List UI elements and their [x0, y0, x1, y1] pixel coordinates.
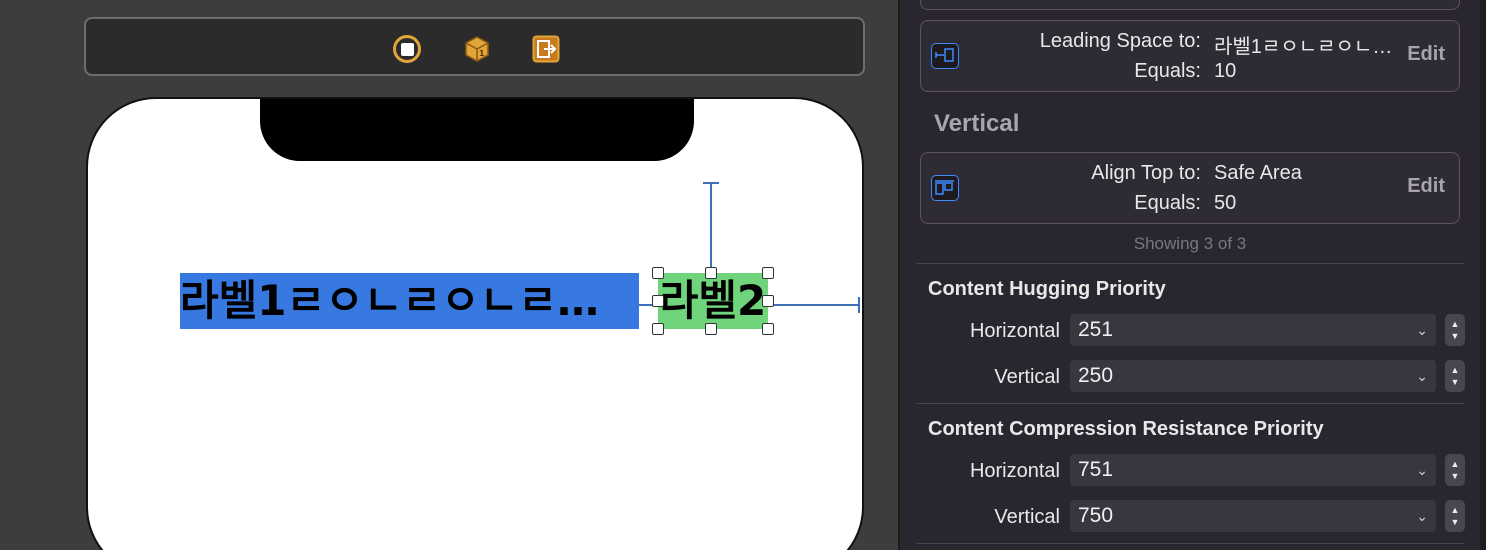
align-top-constraint-card[interactable]: Align Top to: Safe Area Equals: 50 Edit [920, 152, 1460, 224]
align-equals-value: 50 [1214, 192, 1237, 214]
resize-handle-br[interactable] [762, 323, 774, 335]
hugging-vertical-value: 250 [1078, 364, 1114, 387]
resize-handle-tr[interactable] [762, 267, 774, 279]
window-edge [1480, 0, 1486, 550]
align-top-target: Safe Area [1214, 162, 1302, 184]
constraint-card-partial [920, 0, 1460, 10]
resize-handle-r[interactable] [762, 295, 774, 307]
resize-handle-t[interactable] [705, 267, 717, 279]
leading-space-icon [931, 43, 959, 69]
compression-vertical-select[interactable]: 750 ⌄ [1070, 500, 1436, 532]
trailing-constraint-line[interactable] [768, 304, 860, 306]
constraints-count: Showing 3 of 3 [1133, 234, 1247, 253]
resize-handle-l[interactable] [652, 295, 664, 307]
align-top-key: Align Top to: [1091, 162, 1201, 184]
top-constraint-cap [703, 182, 719, 184]
compression-title: Content Compression Resistance Priority [928, 418, 1324, 440]
exit-icon[interactable] [531, 34, 561, 64]
size-inspector: Leading Space to: 라벨1ㄹㅇㄴㄹㅇㄴ… Equals: 10 … [900, 0, 1486, 550]
hugging-vertical-stepper[interactable]: ▲ ▼ [1445, 360, 1465, 392]
compression-horizontal-select[interactable]: 751 ⌄ [1070, 454, 1436, 486]
resize-handle-b[interactable] [705, 323, 717, 335]
hugging-title: Content Hugging Priority [928, 278, 1166, 300]
top-constraint-line[interactable] [710, 183, 712, 273]
leading-target: 라벨1ㄹㅇㄴㄹㅇㄴ… [1214, 36, 1393, 58]
chevron-down-icon: ⌄ [1416, 462, 1428, 478]
vertical-section-title: Vertical [934, 110, 1020, 137]
label-2[interactable]: 라벨2 [658, 273, 768, 329]
resize-handle-tl[interactable] [652, 267, 664, 279]
trailing-constraint-cap [858, 297, 860, 313]
divider [916, 543, 1464, 544]
align-top-icon [931, 175, 959, 201]
chevron-down-icon: ⌄ [1416, 508, 1428, 524]
storyboard-canvas[interactable]: 1 라벨1ㄹㅇㄴㄹㅇㄴㄹ… 라벨2 [0, 0, 898, 550]
hugging-horizontal-stepper[interactable]: ▲ ▼ [1445, 314, 1465, 346]
divider [916, 263, 1464, 264]
leading-equals-key: Equals: [1134, 60, 1201, 82]
first-responder-icon[interactable]: 1 [462, 34, 492, 64]
leading-edit-button[interactable]: Edit [1407, 43, 1445, 66]
compression-vertical-stepper[interactable]: ▲ ▼ [1445, 500, 1465, 532]
compression-horizontal-value: 751 [1078, 458, 1114, 481]
chevron-down-icon: ⌄ [1416, 368, 1428, 384]
device-notch [260, 99, 694, 161]
label-1[interactable]: 라벨1ㄹㅇㄴㄹㅇㄴㄹ… [180, 273, 639, 329]
align-equals-key: Equals: [1134, 192, 1201, 214]
hugging-horizontal-label: Horizontal [969, 320, 1060, 342]
hugging-vertical-select[interactable]: 250 ⌄ [1070, 360, 1436, 392]
svg-text:1: 1 [479, 49, 485, 58]
leading-equals-value: 10 [1214, 60, 1237, 82]
align-edit-button[interactable]: Edit [1407, 175, 1445, 198]
compression-horizontal-stepper[interactable]: ▲ ▼ [1445, 454, 1465, 486]
chevron-down-icon: ⌄ [1416, 322, 1428, 338]
hugging-vertical-label: Vertical [994, 366, 1060, 388]
leading-key: Leading Space to: [1039, 30, 1201, 52]
scene-dock: 1 [84, 17, 865, 76]
compression-horizontal-label: Horizontal [969, 460, 1060, 482]
compression-vertical-label: Vertical [994, 506, 1060, 528]
divider [916, 403, 1464, 404]
resize-handle-bl[interactable] [652, 323, 664, 335]
compression-vertical-value: 750 [1078, 504, 1114, 527]
hugging-horizontal-value: 251 [1078, 318, 1114, 341]
hugging-horizontal-select[interactable]: 251 ⌄ [1070, 314, 1436, 346]
leading-constraint-card[interactable]: Leading Space to: 라벨1ㄹㅇㄴㄹㅇㄴ… Equals: 10 … [920, 20, 1460, 92]
view-controller-icon[interactable] [392, 34, 422, 64]
